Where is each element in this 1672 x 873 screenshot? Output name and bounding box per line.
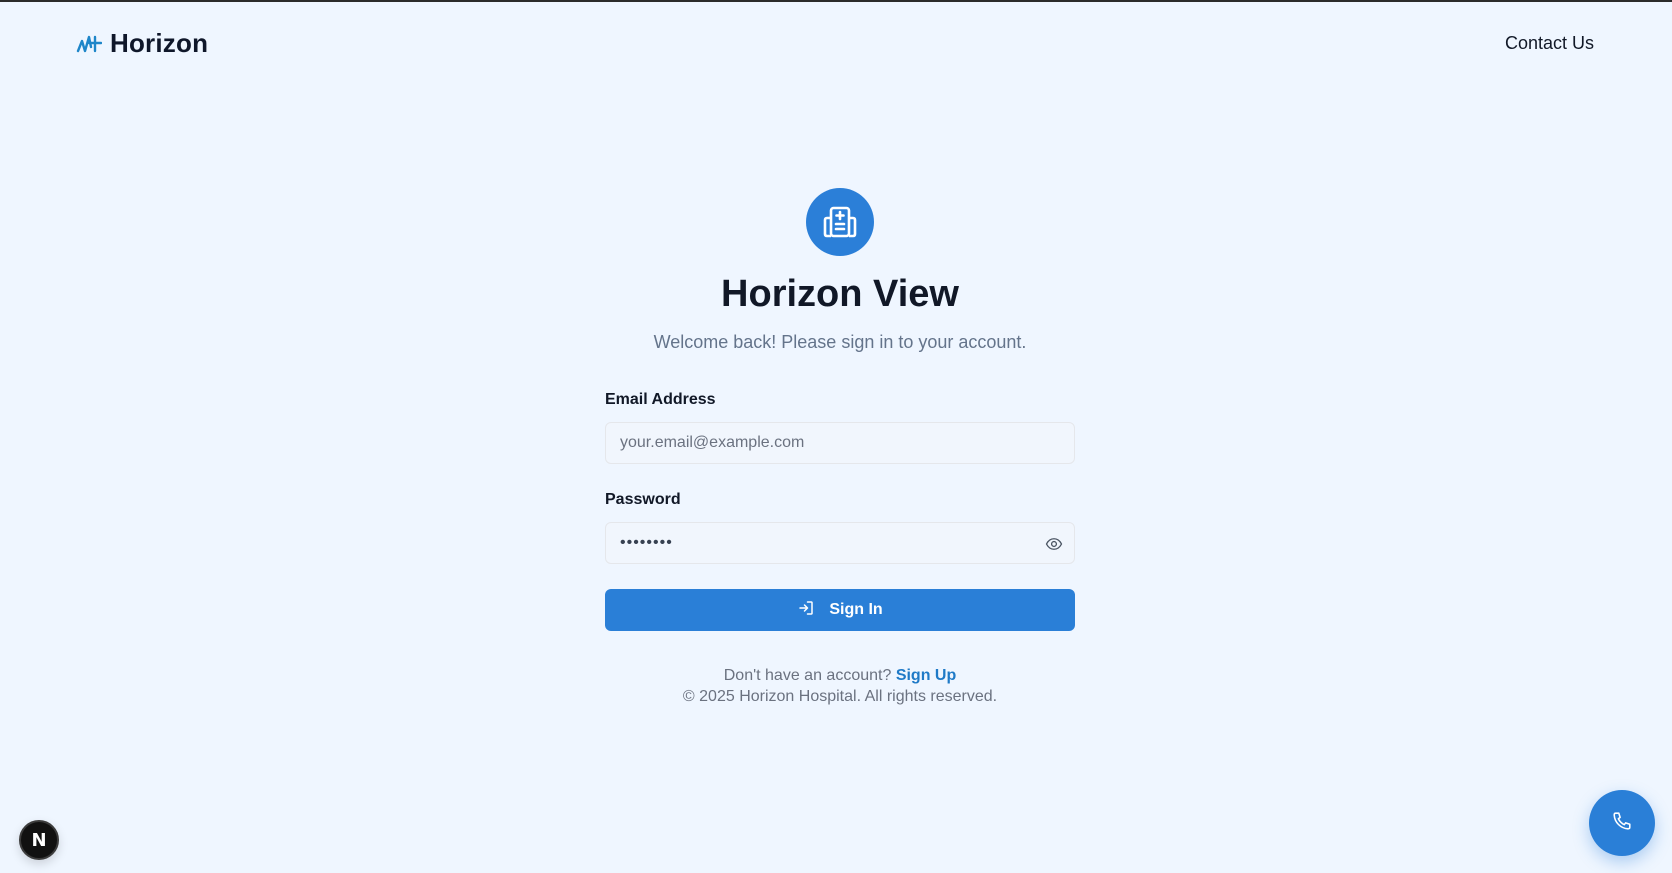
nextjs-letter: N	[31, 829, 47, 851]
password-field-wrapper	[605, 522, 1075, 564]
password-label: Password	[605, 491, 681, 508]
email-label: Email Address	[605, 391, 716, 408]
brand-logo[interactable]: Horizon	[76, 28, 208, 59]
login-footer: Don't have an account? Sign Up © 2025 Ho…	[605, 665, 1075, 707]
login-panel: Horizon View Welcome back! Please sign i…	[605, 188, 1075, 707]
brand-name: Horizon	[110, 28, 209, 58]
sign-in-label: Sign In	[829, 601, 883, 618]
nextjs-dev-badge[interactable]: N	[19, 820, 59, 860]
signup-prompt: Don't have an account? Sign Up	[605, 665, 1075, 686]
page-subtitle: Welcome back! Please sign in to your acc…	[653, 332, 1027, 352]
sign-up-link[interactable]: Sign Up	[896, 667, 956, 684]
phone-icon	[1611, 810, 1633, 837]
hospital-building-icon	[806, 188, 874, 256]
sign-in-icon	[797, 599, 815, 622]
email-field-wrapper	[605, 422, 1075, 464]
no-account-text: Don't have an account?	[723, 667, 892, 684]
contact-us-link[interactable]: Contact Us	[1505, 33, 1594, 54]
show-password-eye-icon[interactable]	[1042, 532, 1066, 556]
heartbeat-logo-icon	[76, 31, 103, 57]
email-input[interactable]	[606, 423, 1074, 463]
copyright-text: © 2025 Horizon Hospital. All rights rese…	[682, 688, 998, 705]
sign-in-button[interactable]: Sign In	[605, 589, 1075, 631]
top-navigation: Horizon Contact Us	[0, 2, 1672, 90]
page-title: Horizon View	[721, 273, 959, 315]
call-button[interactable]	[1589, 790, 1655, 856]
password-input[interactable]	[606, 523, 1074, 563]
